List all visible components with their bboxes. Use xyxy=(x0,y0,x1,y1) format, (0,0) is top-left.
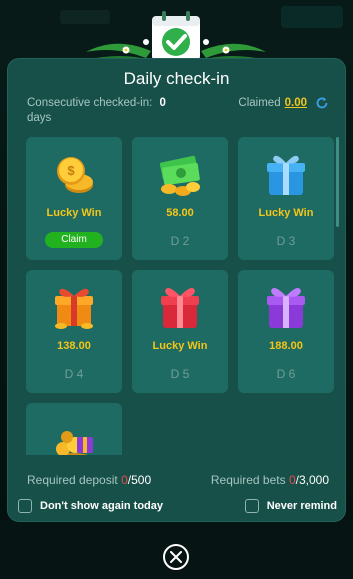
day-reward: 138.00 xyxy=(57,340,91,352)
dont-show-today-label: Don't show again today xyxy=(40,500,164,512)
required-deposit-current: 0 xyxy=(121,473,128,487)
day-reward: Lucky Win xyxy=(258,207,314,219)
day-label: D 5 xyxy=(170,367,190,381)
dont-show-today-option[interactable]: Don't show again today xyxy=(18,499,163,513)
day-card-7[interactable] xyxy=(26,403,122,455)
purple-gift-icon xyxy=(267,287,305,328)
cash-coins-icon xyxy=(159,155,200,196)
day-label: D 4 xyxy=(64,367,84,381)
close-button[interactable] xyxy=(163,544,189,570)
grid-scrollbar[interactable] xyxy=(336,137,339,227)
required-bets-current: 0 xyxy=(288,473,296,487)
dont-show-today-checkbox[interactable] xyxy=(18,499,32,513)
svg-text:$: $ xyxy=(67,163,75,178)
daily-checkin-modal: Daily check-in Consecutive checked-in: 0… xyxy=(7,58,346,522)
consecutive-label: Consecutive checked-in: xyxy=(27,97,153,109)
refresh-icon[interactable] xyxy=(315,96,329,110)
orange-gift-icon xyxy=(55,288,93,329)
consecutive-checkin: Consecutive checked-in: 0 days xyxy=(27,96,197,126)
day-card-5[interactable]: Lucky Win D 5 xyxy=(132,270,228,393)
claimed-value[interactable]: 0.00 xyxy=(285,97,307,109)
claimed-label: Claimed xyxy=(238,97,281,109)
consecutive-unit: days xyxy=(27,112,52,124)
checkin-days-grid: $ Lucky Win Claim 58.00 D 2 Lucky Win D … xyxy=(26,137,334,455)
day-label: D 2 xyxy=(170,234,190,248)
required-bets-label: Required bets xyxy=(210,473,286,487)
day-card-3[interactable]: Lucky Win D 3 xyxy=(238,137,334,260)
required-bets-total: /3,000 xyxy=(295,473,329,487)
claim-button[interactable]: Claim xyxy=(45,232,103,248)
modal-title: Daily check-in xyxy=(123,69,230,88)
day-label: D 3 xyxy=(276,234,296,248)
never-remind-label: Never remind xyxy=(266,500,337,512)
day-reward: 58.00 xyxy=(166,207,194,219)
required-deposit-label: Required deposit xyxy=(27,473,118,487)
required-bets: Required bets 0/3,000 xyxy=(211,473,329,487)
day-card-2[interactable]: 58.00 D 2 xyxy=(132,137,228,260)
checkmark-calendar-icon xyxy=(86,11,266,63)
day-card-4[interactable]: 138.00 D 4 xyxy=(26,270,122,393)
close-icon xyxy=(170,551,182,563)
never-remind-checkbox[interactable] xyxy=(244,499,259,513)
blue-gift-icon xyxy=(267,155,305,195)
day-card-6[interactable]: 188.00 D 6 xyxy=(238,270,334,393)
day-reward: Lucky Win xyxy=(46,207,102,219)
claimed-total: Claimed 0.00 xyxy=(238,96,329,110)
consecutive-value: 0 xyxy=(159,97,166,109)
gold-treasure-gift-icon xyxy=(56,431,93,455)
day-card-1[interactable]: $ Lucky Win Claim xyxy=(26,137,122,260)
required-deposit-total: /500 xyxy=(127,473,152,487)
gold-coins-icon: $ xyxy=(57,157,93,193)
never-remind-option[interactable]: Never remind xyxy=(244,499,337,513)
day-reward: 188.00 xyxy=(269,340,303,352)
day-reward: Lucky Win xyxy=(152,340,208,352)
day-label: D 6 xyxy=(276,367,296,381)
required-deposit: Required deposit 0/500 xyxy=(27,473,151,487)
red-gift-icon xyxy=(161,287,199,328)
